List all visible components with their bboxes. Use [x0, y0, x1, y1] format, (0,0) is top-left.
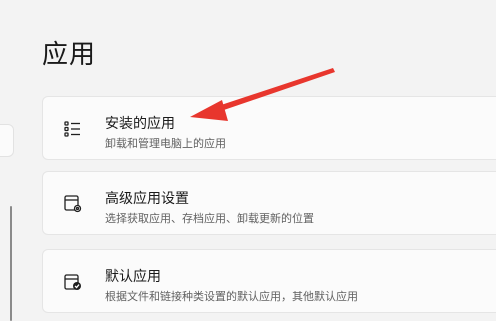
advanced-app-settings-card[interactable]: 高级应用设置 选择获取应用、存档应用、卸载更新的位置 [42, 171, 496, 235]
apps-list-icon [63, 119, 83, 139]
page-title: 应用 [42, 40, 97, 70]
default-apps-card[interactable]: 默认应用 根据文件和链接种类设置的默认应用，其他默认应用 [42, 249, 496, 313]
default-apps-subtitle: 根据文件和链接种类设置的默认应用，其他默认应用 [105, 290, 358, 303]
advanced-app-settings-icon [63, 194, 83, 214]
installed-apps-subtitle: 卸载和管理电脑上的应用 [105, 137, 226, 150]
installed-apps-title: 安装的应用 [105, 116, 175, 132]
default-apps-title: 默认应用 [105, 269, 161, 285]
scrollbar[interactable] [10, 206, 12, 321]
default-apps-icon [63, 272, 83, 292]
advanced-app-settings-title: 高级应用设置 [105, 191, 189, 207]
installed-apps-card[interactable]: 安装的应用 卸载和管理电脑上的应用 [42, 96, 496, 160]
advanced-app-settings-subtitle: 选择获取应用、存档应用、卸载更新的位置 [105, 212, 314, 225]
nav-item-stub[interactable] [0, 124, 14, 157]
